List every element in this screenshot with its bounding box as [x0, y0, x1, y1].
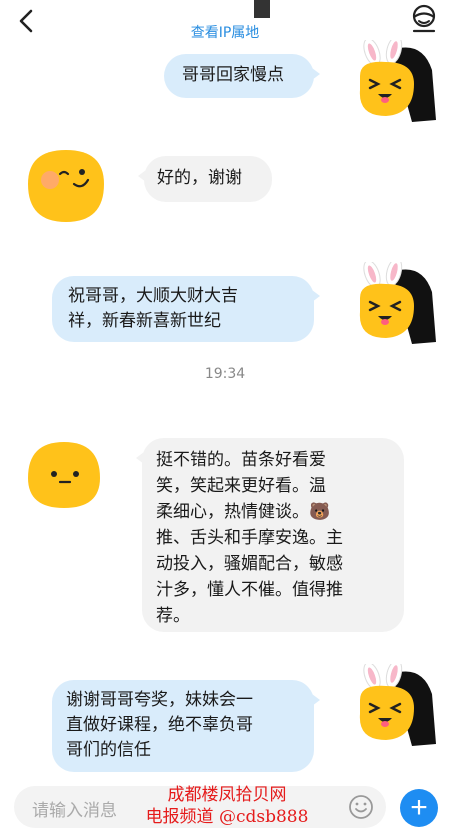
message-line: 挺不错的。苗条好看爱: [156, 450, 326, 470]
back-arrow-icon[interactable]: [12, 6, 42, 36]
message-line: 祥，新春新喜新世纪: [68, 311, 221, 331]
message-bubble-sent[interactable]: 哥哥回家慢点: [164, 54, 320, 98]
watermark-line-1: 成都楼凤拾贝网: [167, 785, 287, 805]
message-line: 祝哥哥，大顺大财大吉: [68, 286, 238, 306]
emoji-icon[interactable]: [348, 794, 374, 820]
contact-avatar-icon[interactable]: [24, 434, 110, 520]
message-bubble-received[interactable]: 挺不错的。苗条好看爱 笑，笑起来更好看。温 柔细心，热情健谈。🐻 推、舌头和手摩…: [136, 438, 404, 632]
my-avatar-icon[interactable]: [352, 40, 438, 126]
add-attachment-button[interactable]: +: [400, 789, 438, 827]
message-line: 直做好课程，绝不辜负哥: [66, 715, 253, 735]
ip-location-link[interactable]: 查看IP属地: [175, 22, 275, 42]
message-bubble-sent[interactable]: 祝哥哥，大顺大财大吉 祥，新春新喜新世纪: [52, 276, 320, 342]
profile-icon[interactable]: [410, 4, 438, 34]
message-text: 哥哥回家慢点: [182, 65, 284, 85]
message-line: 动投入，骚媚配合，敏感: [156, 554, 343, 574]
message-input-placeholder: 请输入消息: [32, 801, 117, 821]
message-text: 好的，谢谢: [157, 168, 242, 188]
chat-header: 查看IP属地: [0, 0, 450, 44]
contact-avatar-icon[interactable]: [24, 144, 110, 230]
message-line: 柔细心，热情健谈。🐻: [156, 502, 331, 522]
message-line: 汁多，懂人不催。值得推: [156, 580, 343, 600]
message-line: 荐。: [156, 606, 190, 626]
my-avatar-icon[interactable]: [352, 262, 438, 348]
message-line: 笑，笑起来更好看。温: [156, 476, 326, 496]
my-avatar-icon[interactable]: [352, 664, 438, 750]
message-line: 谢谢哥哥夸奖，妹妹会一: [66, 690, 253, 710]
message-bubble-sent[interactable]: 谢谢哥哥夸奖，妹妹会一 直做好课程，绝不辜负哥 哥们的信任: [52, 680, 320, 772]
watermark-line-2: 电报频道 @cdsb888: [145, 807, 309, 827]
message-line: 推、舌头和手摩安逸。主: [156, 528, 343, 548]
message-bubble-received[interactable]: 好的，谢谢: [138, 156, 272, 202]
chat-title[interactable]: 查看IP属地: [175, 0, 275, 44]
message-timestamp: 19:34: [204, 366, 246, 382]
message-line: 哥们的信任: [66, 740, 151, 760]
